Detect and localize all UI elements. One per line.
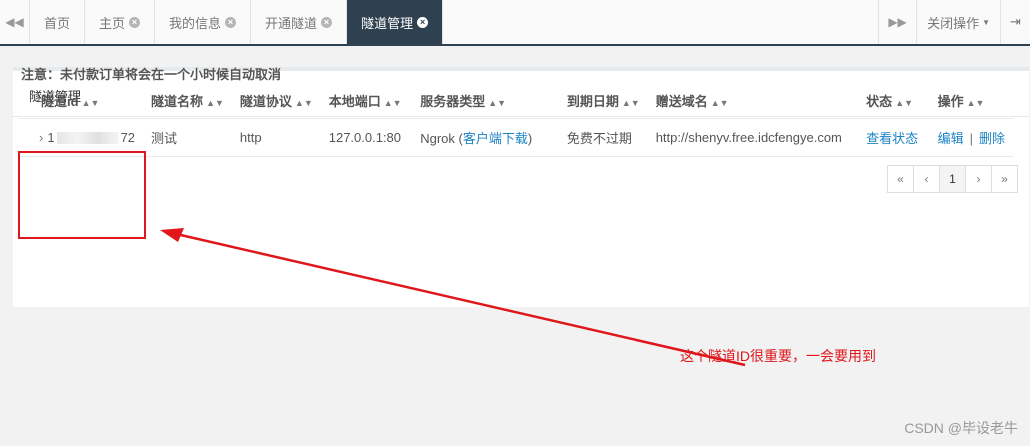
annotation-text: 这个隧道ID很重要，一会要用到 [680,348,876,364]
annotation-arrow [160,228,746,367]
watermark: CSDN @毕设老牛 [904,420,1018,436]
